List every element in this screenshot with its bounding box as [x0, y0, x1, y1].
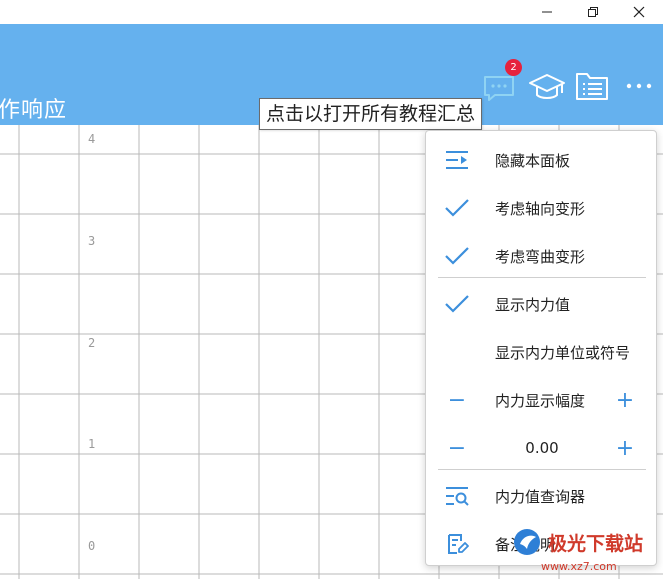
y-axis-label: 2 — [88, 336, 96, 350]
minimize-button[interactable] — [524, 0, 570, 24]
check-icon — [444, 292, 470, 316]
close-icon — [633, 6, 645, 18]
app-window: 作响应 2 4 3 2 1 0 点击以打开所有教程汇总 隐藏本面板 考虑轴向变形… — [0, 0, 663, 579]
search-list-icon — [444, 484, 470, 508]
options-menu: 隐藏本面板 考虑轴向变形 考虑弯曲变形 显示内力值 显示内力单位或符号 − 内力… — [425, 130, 657, 566]
graduation-cap-icon — [529, 74, 565, 99]
menu-divider — [438, 469, 646, 470]
restore-button[interactable] — [570, 0, 616, 24]
check-icon — [444, 244, 470, 268]
menu-item-label: 内力值查询器 — [495, 487, 586, 506]
tutorials-button[interactable] — [527, 70, 567, 104]
hide-panel-icon — [444, 148, 470, 172]
magnitude-label: 内力显示幅度 — [495, 391, 586, 410]
menu-item-magnitude: − 内力显示幅度 + — [426, 376, 658, 424]
page-title: 作响应 — [0, 98, 68, 123]
y-axis-label: 4 — [88, 132, 96, 146]
watermark: 极光下载站 — [512, 527, 643, 557]
minimize-icon — [542, 11, 552, 13]
watermark-logo-icon — [514, 529, 540, 555]
value-decrease-button[interactable]: − — [444, 435, 470, 461]
menu-item-label: 显示内力单位或符号 — [495, 343, 631, 362]
magnitude-increase-button[interactable]: + — [612, 387, 638, 413]
value-increase-button[interactable]: + — [612, 435, 638, 461]
menu-item-show-internal-force[interactable]: 显示内力值 — [426, 280, 658, 328]
magnitude-value[interactable]: 0.00 — [486, 439, 598, 457]
menu-divider — [438, 277, 646, 278]
menu-item-force-query[interactable]: 内力值查询器 — [426, 472, 658, 520]
y-axis-label: 1 — [88, 437, 96, 451]
menu-item-hide-panel[interactable]: 隐藏本面板 — [426, 136, 658, 184]
project-list-button[interactable] — [573, 68, 611, 104]
tutorials-tooltip: 点击以打开所有教程汇总 — [259, 98, 483, 130]
menu-item-show-units[interactable]: 显示内力单位或符号 — [426, 328, 658, 376]
menu-item-label: 考虑弯曲变形 — [495, 247, 586, 266]
menu-item-label: 显示内力值 — [495, 295, 571, 314]
restore-icon — [588, 7, 598, 17]
magnitude-stepper: − 0.00 + — [426, 424, 658, 472]
list-folder-icon — [576, 73, 608, 100]
more-icon — [626, 83, 652, 89]
watermark-url: www.xz7.com — [541, 560, 617, 573]
watermark-text: 极光下载站 — [548, 532, 644, 555]
menu-item-label: 考虑轴向变形 — [495, 199, 586, 218]
y-axis-label: 3 — [88, 234, 96, 248]
notification-badge: 2 — [505, 59, 522, 76]
close-button[interactable] — [616, 0, 662, 24]
check-icon — [444, 196, 470, 220]
note-edit-icon — [444, 532, 470, 556]
menu-item-label: 隐藏本面板 — [495, 151, 571, 170]
menu-item-bending-deformation[interactable]: 考虑弯曲变形 — [426, 232, 658, 280]
more-button[interactable] — [620, 68, 658, 104]
window-titlebar — [0, 0, 663, 24]
magnitude-decrease-button[interactable]: − — [444, 387, 470, 413]
menu-item-axial-deformation[interactable]: 考虑轴向变形 — [426, 184, 658, 232]
y-axis-label: 0 — [88, 539, 96, 553]
